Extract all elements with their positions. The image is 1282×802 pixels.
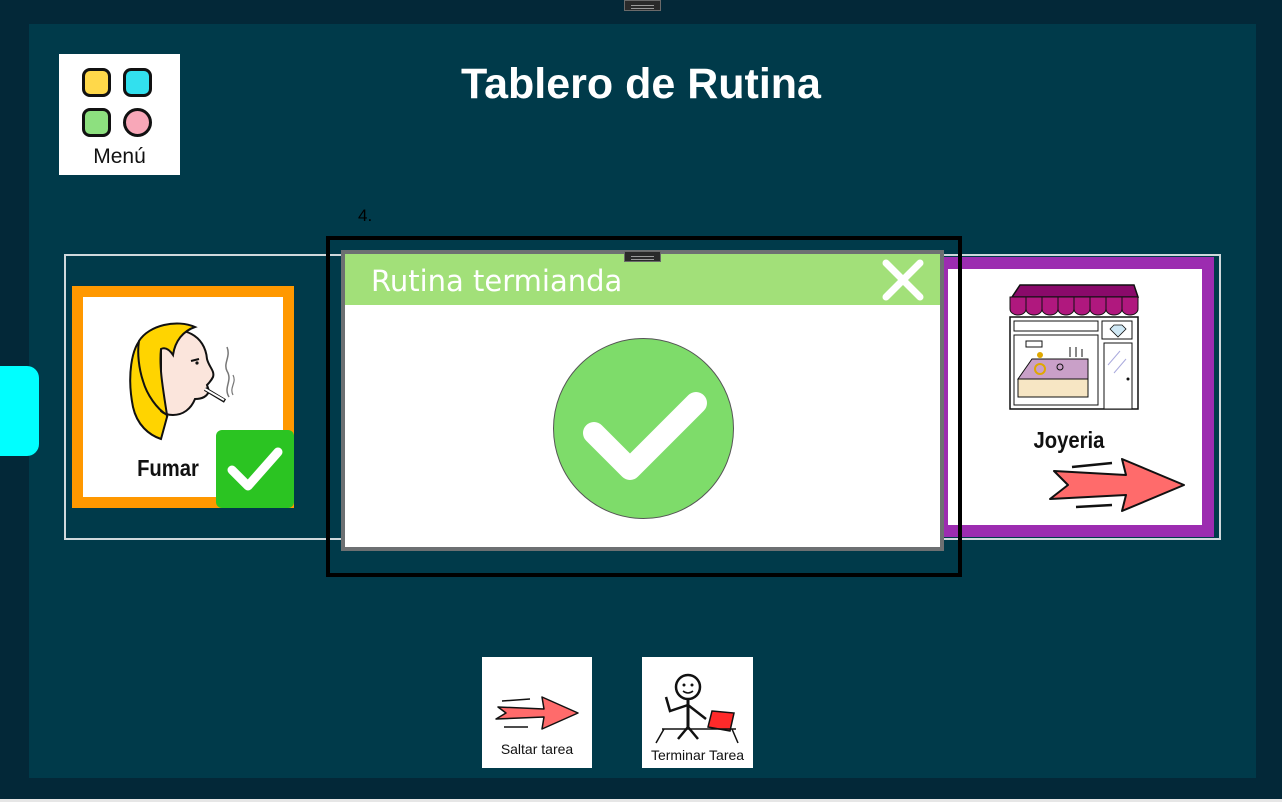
task-label-joyeria: Joyeria (1033, 427, 1105, 453)
side-panel-tab[interactable] (0, 366, 39, 456)
top-drag-handle[interactable] (624, 0, 661, 11)
menu-label: Menú (93, 145, 146, 168)
pink-circle-icon (123, 108, 152, 137)
skip-task-button[interactable]: Saltar tarea (482, 657, 592, 768)
step-number: 4. (358, 206, 373, 225)
check-circle-icon (553, 338, 734, 519)
routine-complete-dialog: Rutina termianda (341, 250, 944, 551)
task-card-joyeria[interactable]: Joyeria (936, 257, 1214, 537)
dialog-drag-handle[interactable] (624, 251, 661, 262)
dialog-title: Rutina termianda (371, 264, 623, 298)
next-arrow-icon (1049, 458, 1185, 512)
finish-task-label: Terminar Tarea (650, 747, 745, 763)
finish-task-button[interactable]: Terminar Tarea (642, 657, 753, 768)
person-finish-icon (655, 673, 739, 744)
page-title: Tablero de Rutina (461, 60, 821, 108)
skip-task-label: Saltar tarea (500, 741, 574, 757)
checkmark-icon (227, 447, 283, 491)
close-icon[interactable] (880, 257, 926, 303)
green-square-icon (82, 108, 111, 137)
skip-arrow-icon (495, 696, 579, 730)
completed-check-badge (216, 430, 294, 508)
